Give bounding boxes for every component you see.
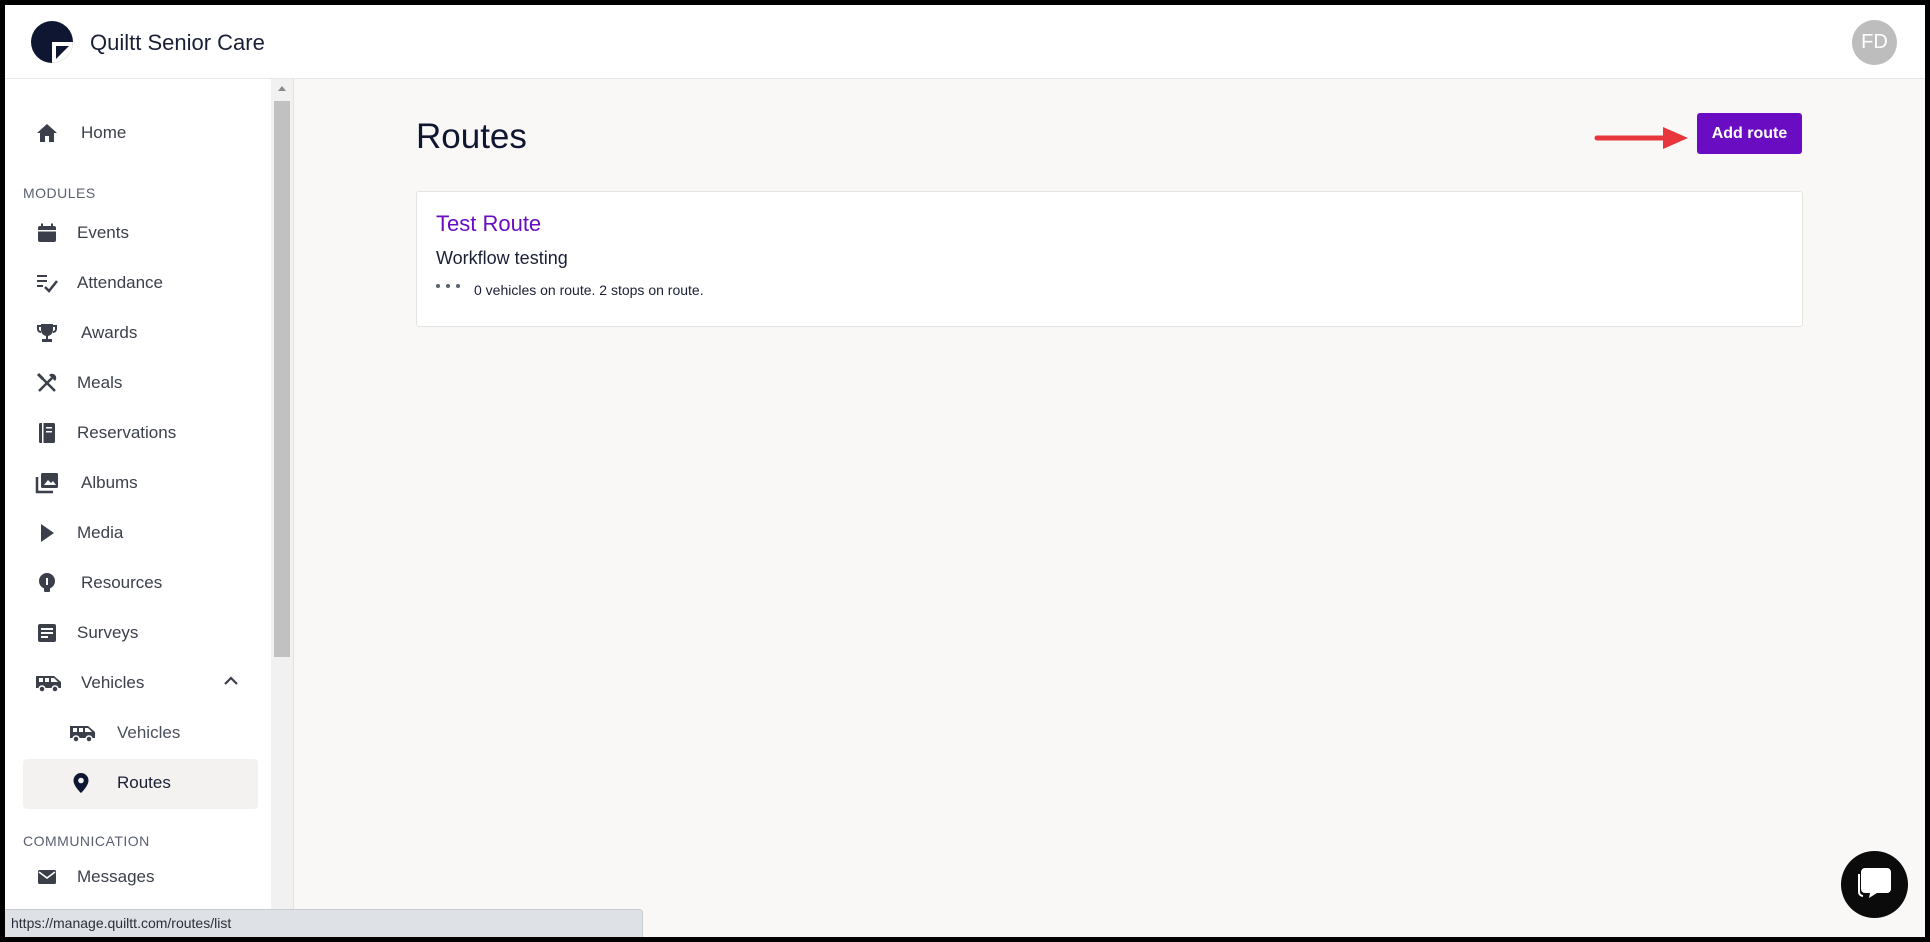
status-bar-url: https://manage.quiltt.com/routes/list [5, 909, 643, 937]
sidebar: Home MODULES Events Attendance Awards Me… [5, 79, 271, 937]
sidebar-item-media[interactable]: Media [23, 509, 258, 557]
sidebar-subitem-vehicles[interactable]: Vehicles [23, 709, 258, 757]
scroll-up-arrow-icon[interactable] [278, 86, 286, 91]
calendar-icon [35, 221, 59, 245]
chat-launcher-button[interactable] [1841, 851, 1908, 918]
route-card: Test Route Workflow testing 0 vehicles o… [416, 191, 1803, 327]
communication-section-title: COMMUNICATION [23, 833, 150, 849]
sidebar-item-albums[interactable]: Albums [23, 459, 258, 507]
utensils-icon [35, 371, 59, 395]
sidebar-item-resources[interactable]: Resources [23, 559, 258, 607]
modules-section-title: MODULES [23, 185, 96, 201]
sidebar-item-label: Reservations [77, 423, 177, 442]
sidebar-item-label: Messages [77, 867, 155, 886]
sidebar-item-label: Resources [81, 573, 163, 592]
route-meta: 0 vehicles on route. 2 stops on route. [474, 282, 704, 298]
annotation-arrow-icon [1593, 123, 1689, 158]
sidebar-scrollbar[interactable] [271, 79, 294, 937]
sidebar-item-label: Albums [81, 473, 138, 492]
sidebar-item-reservations[interactable]: Reservations [23, 409, 258, 457]
sidebar-item-label: Media [77, 523, 124, 542]
sidebar-item-events[interactable]: Events [23, 209, 258, 257]
sidebar-item-label: Events [77, 223, 129, 242]
chat-bubble-icon [1857, 865, 1893, 904]
sidebar-item-label: Surveys [77, 623, 139, 642]
add-route-button[interactable]: Add route [1697, 113, 1802, 154]
sidebar-item-label: Home [81, 123, 127, 142]
app-window: Quiltt Senior Care FD Home MODULES Event… [5, 5, 1925, 937]
sidebar-item-awards[interactable]: Awards [23, 309, 258, 357]
route-description: Workflow testing [436, 248, 568, 268]
sidebar-item-label: Vehicles [117, 723, 181, 742]
quiltt-logo[interactable] [31, 21, 73, 63]
scroll-thumb[interactable] [274, 101, 290, 657]
play-icon [35, 521, 59, 545]
bus-icon [35, 671, 63, 695]
trophy-icon [35, 321, 59, 345]
sidebar-item-label: Attendance [77, 273, 164, 292]
chevron-up-icon[interactable] [223, 673, 239, 691]
more-options-icon[interactable] [436, 280, 460, 292]
home-icon [35, 121, 59, 145]
sidebar-subitem-routes[interactable]: Routes [23, 759, 258, 809]
sidebar-item-messages[interactable]: Messages [23, 853, 258, 901]
location-pin-icon [69, 771, 93, 795]
top-header: Quiltt Senior Care FD [5, 5, 1925, 79]
user-avatar[interactable]: FD [1852, 20, 1897, 65]
sidebar-item-meals[interactable]: Meals [23, 359, 258, 407]
sidebar-item-label: Vehicles [81, 673, 145, 692]
sidebar-item-label: Meals [77, 373, 123, 392]
sidebar-item-home[interactable]: Home [23, 109, 258, 157]
lightbulb-icon [35, 571, 59, 595]
mail-icon [35, 865, 59, 889]
sidebar-item-attendance[interactable]: Attendance [23, 259, 258, 307]
book-icon [35, 421, 59, 445]
checklist-icon [35, 271, 59, 295]
page-title: Routes [416, 117, 527, 156]
survey-icon [35, 621, 59, 645]
brand-name: Quiltt Senior Care [90, 30, 265, 55]
bus-icon [69, 721, 97, 745]
sidebar-item-label: Awards [81, 323, 138, 342]
sidebar-item-label: Routes [117, 773, 171, 792]
sidebar-item-surveys[interactable]: Surveys [23, 609, 258, 657]
photo-library-icon [35, 471, 59, 495]
sidebar-item-vehicles[interactable]: Vehicles [23, 659, 258, 707]
route-name-link[interactable]: Test Route [436, 211, 541, 237]
